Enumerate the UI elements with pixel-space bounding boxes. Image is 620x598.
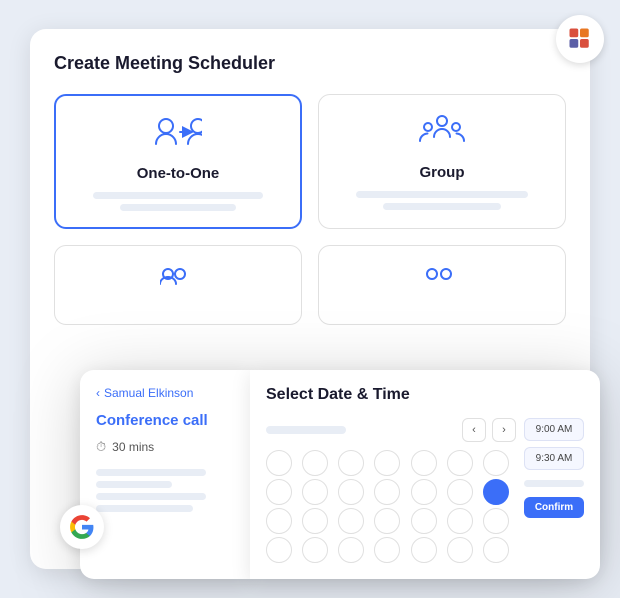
cal-day[interactable] xyxy=(447,479,473,505)
conf-title: Conference call xyxy=(96,412,234,429)
cal-day[interactable] xyxy=(483,537,509,563)
time-skeleton xyxy=(524,480,584,487)
back-link[interactable]: ‹ Samual Elkinson xyxy=(96,386,234,400)
cal-day[interactable] xyxy=(374,508,400,534)
cal-day[interactable] xyxy=(338,450,364,476)
group-icon xyxy=(418,115,466,154)
skeleton-line xyxy=(383,203,501,210)
confirm-button[interactable]: Confirm xyxy=(524,497,584,518)
bottom-meeting-row xyxy=(54,245,566,325)
calendar-area: ‹ › xyxy=(266,418,516,563)
meeting-type-round-robin[interactable] xyxy=(318,245,566,325)
skeleton-line xyxy=(356,191,527,198)
one-to-one-label: One-to-One xyxy=(137,165,220,182)
cal-day[interactable] xyxy=(266,537,292,563)
conference-panel: ‹ Samual Elkinson Conference call ⏱ 30 m… xyxy=(80,370,250,579)
one-to-one-icon xyxy=(154,116,202,155)
conf-skeletons xyxy=(96,469,234,512)
cal-day[interactable] xyxy=(411,537,437,563)
webinar-icon xyxy=(160,266,196,291)
datetime-panel: Select Date & Time ‹ › xyxy=(250,370,600,579)
main-card: Create Meeting Scheduler One-to-One xyxy=(30,29,590,569)
cal-day[interactable] xyxy=(374,450,400,476)
calendar-header: ‹ › xyxy=(266,418,516,442)
one-to-one-skeleton xyxy=(72,192,284,211)
group-label: Group xyxy=(420,164,465,181)
cal-day[interactable] xyxy=(483,508,509,534)
cal-day[interactable] xyxy=(483,450,509,476)
datetime-content: ‹ › xyxy=(266,418,584,563)
skeleton-line xyxy=(120,204,237,211)
cal-day[interactable] xyxy=(447,450,473,476)
meeting-types-grid: One-to-One Group xyxy=(54,94,566,229)
datetime-title: Select Date & Time xyxy=(266,386,584,404)
time-slot-930am[interactable]: 9:30 AM xyxy=(524,447,584,470)
cal-day[interactable] xyxy=(447,508,473,534)
cal-day[interactable] xyxy=(374,479,400,505)
cal-day[interactable] xyxy=(411,508,437,534)
meeting-type-webinar[interactable] xyxy=(54,245,302,325)
cal-day[interactable] xyxy=(411,479,437,505)
skeleton-line xyxy=(96,505,193,512)
cal-day[interactable] xyxy=(266,450,292,476)
cal-day[interactable] xyxy=(302,508,328,534)
cal-day[interactable] xyxy=(266,479,292,505)
group-skeleton xyxy=(335,191,549,210)
office-icon xyxy=(556,15,604,63)
meeting-type-one-to-one[interactable]: One-to-One xyxy=(54,94,302,229)
cal-day-selected[interactable] xyxy=(483,479,509,505)
back-arrow-icon: ‹ xyxy=(96,386,100,400)
google-badge xyxy=(60,505,104,549)
cal-day[interactable] xyxy=(266,508,292,534)
overlay-popup: ‹ Samual Elkinson Conference call ⏱ 30 m… xyxy=(80,370,600,579)
skeleton-line xyxy=(96,493,206,500)
cal-day[interactable] xyxy=(302,479,328,505)
skeleton-line xyxy=(96,481,172,488)
cal-day[interactable] xyxy=(338,508,364,534)
cal-day[interactable] xyxy=(302,450,328,476)
cal-day[interactable] xyxy=(374,537,400,563)
month-label xyxy=(266,426,346,434)
conf-duration: ⏱ 30 mins xyxy=(96,439,234,455)
prev-month-button[interactable]: ‹ xyxy=(462,418,486,442)
skeleton-line xyxy=(93,192,263,199)
cal-day[interactable] xyxy=(338,537,364,563)
cal-day[interactable] xyxy=(302,537,328,563)
calendar-grid xyxy=(266,450,516,563)
page-title: Create Meeting Scheduler xyxy=(54,53,566,74)
next-month-button[interactable]: › xyxy=(492,418,516,442)
meeting-type-group[interactable]: Group xyxy=(318,94,566,229)
cal-day[interactable] xyxy=(338,479,364,505)
cal-day[interactable] xyxy=(411,450,437,476)
round-robin-icon xyxy=(424,266,460,291)
time-slot-9am[interactable]: 9:00 AM xyxy=(524,418,584,441)
duration-label: 30 mins xyxy=(112,440,154,454)
cal-day[interactable] xyxy=(447,537,473,563)
time-slots-area: 9:00 AM 9:30 AM Confirm xyxy=(524,418,584,563)
calendar-nav: ‹ › xyxy=(462,418,516,442)
skeleton-line xyxy=(96,469,206,476)
clock-icon: ⏱ xyxy=(96,439,106,455)
back-label: Samual Elkinson xyxy=(104,386,193,400)
